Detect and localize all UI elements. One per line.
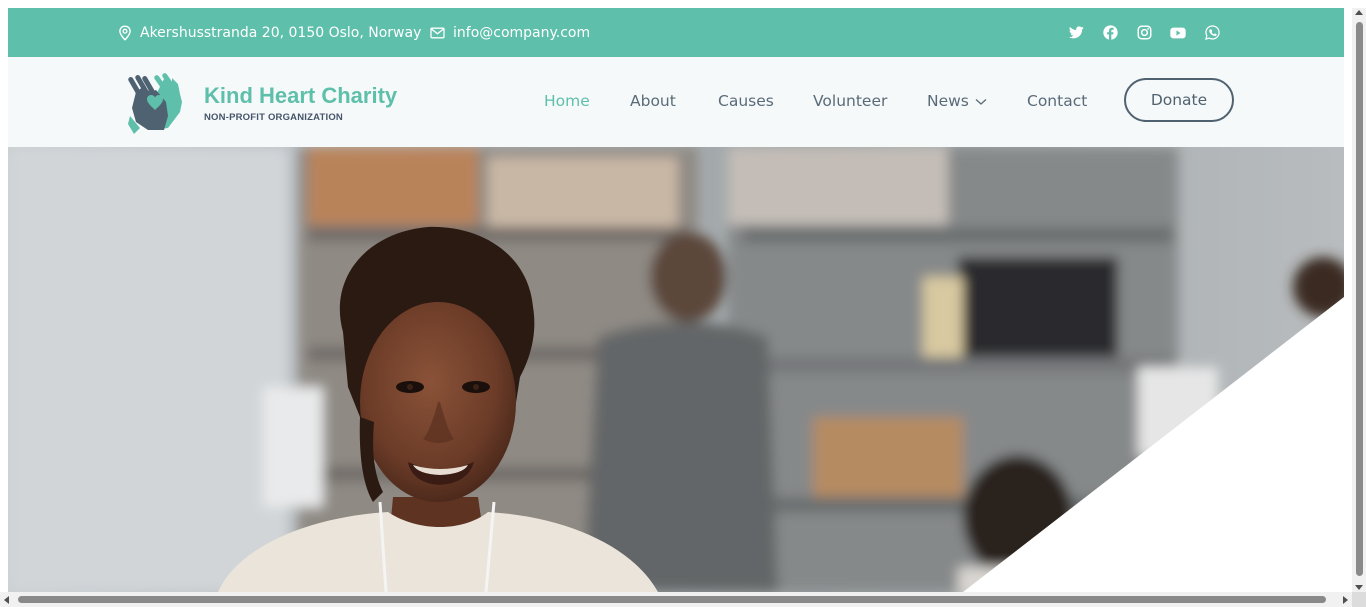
nav-item-news[interactable]: News [927,92,987,110]
youtube-icon[interactable] [1169,24,1187,42]
vertical-scroll-thumb[interactable] [1356,22,1363,576]
scroll-up-arrow-icon[interactable] [1355,10,1363,15]
horizontal-scrollbar[interactable] [0,592,1352,607]
social-links [1067,8,1221,57]
email-info[interactable]: info@company.com [430,8,590,57]
vertical-scrollbar[interactable] [1352,8,1366,592]
scroll-down-arrow-icon[interactable] [1355,585,1363,590]
scrollbar-corner [1352,592,1366,607]
whatsapp-icon[interactable] [1203,24,1221,42]
address-text: Akershusstranda 20, 0150 Oslo, Norway [140,24,422,41]
browser-viewport: Akershusstranda 20, 0150 Oslo, Norway in… [0,0,1366,607]
address-info: Akershusstranda 20, 0150 Oslo, Norway [118,8,421,57]
nav-item-home[interactable]: Home [544,92,590,110]
scroll-right-arrow-icon[interactable] [1343,596,1348,604]
brand-tagline: NON-PROFIT ORGANIZATION [204,112,343,123]
nav-item-contact[interactable]: Contact [1027,92,1087,110]
twitter-icon[interactable] [1067,24,1085,42]
chevron-down-icon [975,98,987,105]
site-header: Kind Heart Charity NON-PROFIT ORGANIZATI… [8,57,1344,147]
facebook-icon[interactable] [1101,24,1119,42]
donate-button[interactable]: Donate [1124,78,1234,122]
instagram-icon[interactable] [1135,24,1153,42]
hands-heart-logo-icon[interactable] [126,72,188,134]
horizontal-scroll-thumb[interactable] [18,596,1326,603]
smiling-volunteer-photo [8,147,1344,592]
email-link[interactable]: info@company.com [453,25,590,41]
brand-name[interactable]: Kind Heart Charity [204,83,397,109]
hero-section [8,147,1344,592]
nav-item-about[interactable]: About [630,92,676,110]
nav-item-causes[interactable]: Causes [718,92,774,110]
nav-item-volunteer[interactable]: Volunteer [813,92,887,110]
nav-item-news-label: News [927,92,969,110]
map-pin-icon [119,24,131,41]
scroll-left-arrow-icon[interactable] [4,596,9,604]
envelope-icon [430,27,445,38]
web-page: Akershusstranda 20, 0150 Oslo, Norway in… [8,8,1344,592]
top-info-bar: Akershusstranda 20, 0150 Oslo, Norway in… [8,8,1344,57]
